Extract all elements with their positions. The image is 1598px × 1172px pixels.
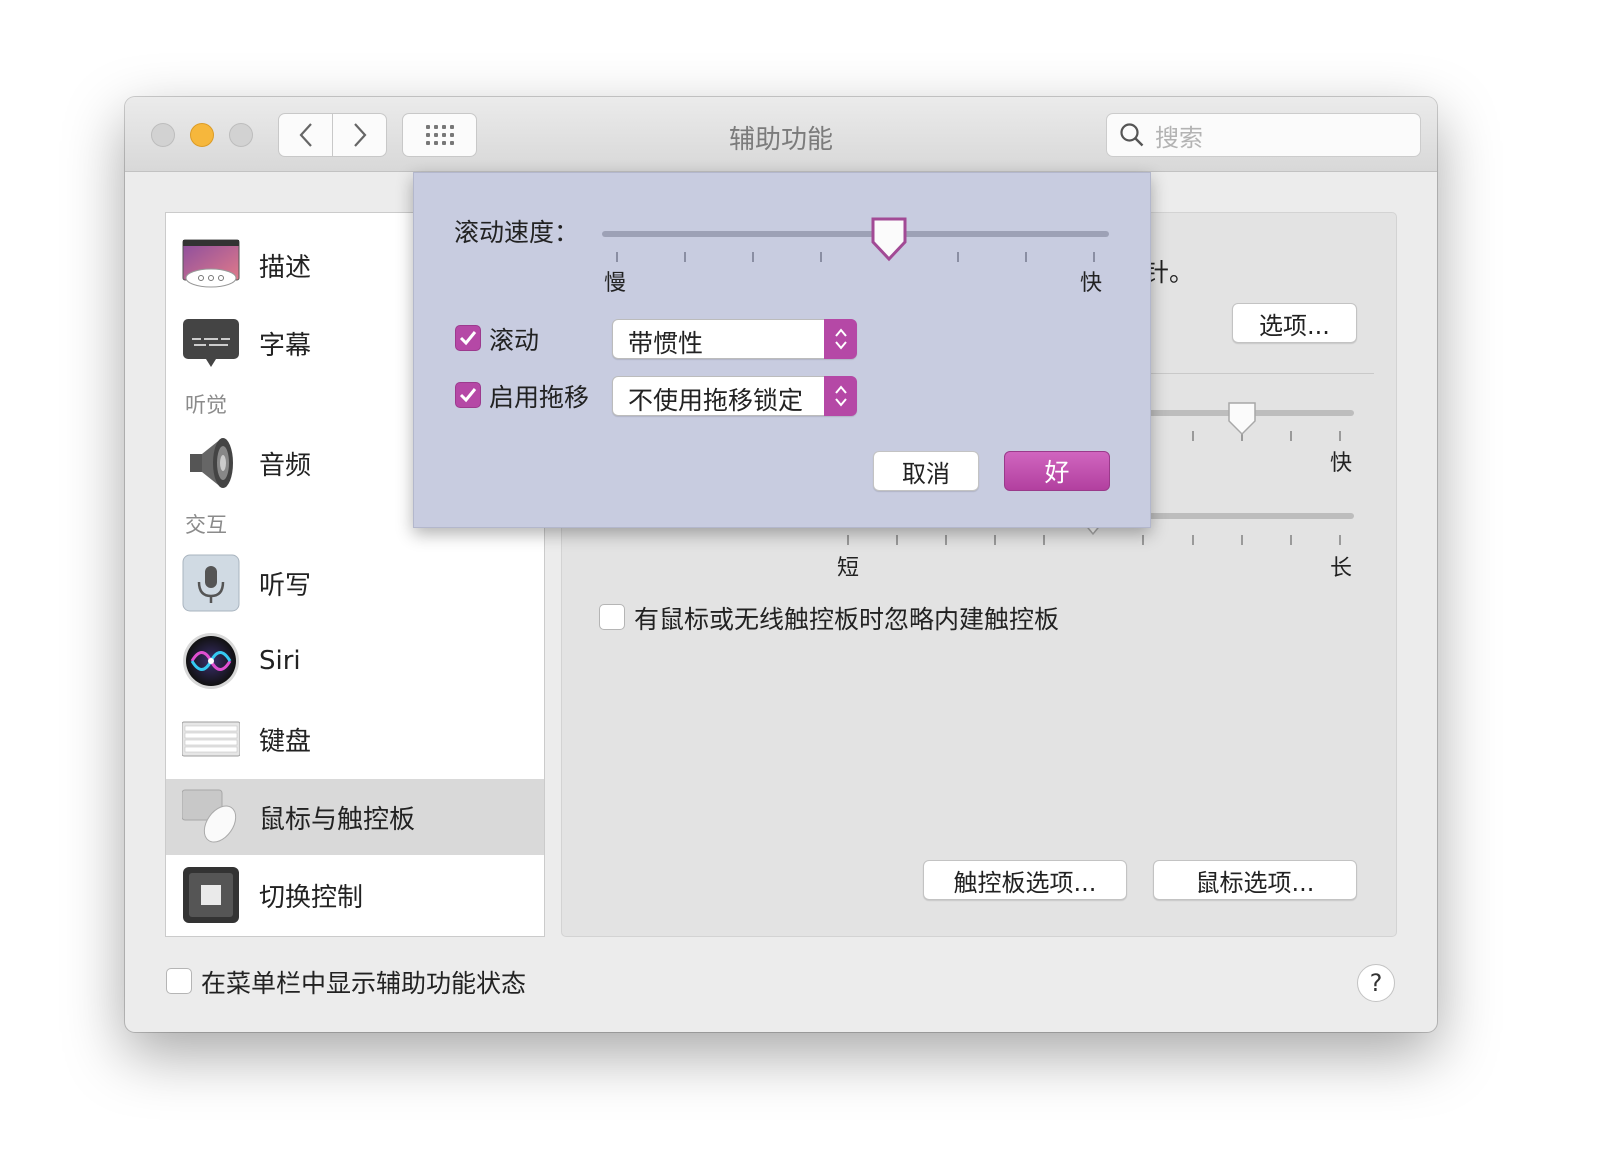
scroll-speed-thumb[interactable] [869,216,909,264]
slider2-max-label: 长 [1330,556,1353,581]
slider1-thumb[interactable] [1226,401,1258,437]
tick [684,252,686,262]
scrolling-label: 滚动 [489,326,540,355]
scroll-speed-label: 滚动速度： [454,218,580,247]
sidebar-item-label: 鼠标与触控板 [259,804,416,835]
scrolling-popup[interactable]: 带惯性 [612,319,857,359]
tick [1339,431,1341,441]
sidebar-item-dictation[interactable]: 听写 [166,545,544,621]
tick [1241,535,1243,545]
keyboard-icon [182,721,240,757]
checkmark-icon [459,388,477,403]
tick [752,252,754,262]
tick [994,535,996,545]
tick [1339,535,1341,545]
sidebar-item-mouse-trackpad[interactable]: 鼠标与触控板 [166,779,544,855]
tick [1192,431,1194,441]
sidebar-item-keyboard[interactable]: 键盘 [166,701,544,777]
slider1-max-label: 快 [1330,451,1353,476]
siri-icon [183,633,239,689]
tick [1192,535,1194,545]
partial-description-text: 针。 [1144,258,1195,287]
tick [847,535,849,545]
scroll-speed-track [602,231,1109,237]
ignore-trackpad-label: 有鼠标或无线触控板时忽略内建触控板 [634,605,1060,634]
scrolling-checkbox[interactable] [455,325,481,351]
scrolling-value: 带惯性 [628,329,704,358]
show-status-checkbox[interactable] [166,968,192,994]
search-placeholder: 搜索 [1155,123,1203,152]
tick [616,252,618,262]
sidebar-item-label: 描述 [259,252,312,283]
divider [1142,373,1374,374]
tick [1290,431,1292,441]
tick [957,252,959,262]
popup-stepper [824,319,857,359]
dragging-checkbox[interactable] [455,382,481,408]
tick [1142,535,1144,545]
sidebar-item-label: 切换控制 [259,882,364,913]
sidebar-item-label: 字幕 [259,330,312,361]
tick [896,535,898,545]
tick [1290,535,1292,545]
section-label-interaction: 交互 [185,513,227,537]
sidebar-item-label: 键盘 [259,726,312,757]
mouse-trackpad-icon [182,789,237,843]
help-button[interactable]: ? [1357,964,1395,1002]
show-status-label: 在菜单栏中显示辅助功能状态 [201,969,527,998]
sidebar-item-label: 听写 [259,570,312,601]
up-down-chevron-icon [834,328,847,350]
slider2-track [1142,513,1354,519]
sidebar-item-switch-control[interactable]: 切换控制 [166,857,544,933]
up-down-chevron-icon [834,385,847,407]
search-icon [1120,123,1144,147]
titlebar: 辅助功能 搜索 [125,97,1437,172]
ok-button[interactable]: 好 [1004,451,1110,491]
popup-stepper [824,376,857,416]
search-field[interactable]: 搜索 [1106,113,1421,157]
cancel-button[interactable]: 取消 [873,451,979,491]
descriptions-icon [182,239,240,288]
tick [1043,535,1045,545]
section-label-hearing: 听觉 [185,393,227,417]
checkmark-icon [459,331,477,346]
microphone-icon [182,554,240,612]
captions-icon [183,319,239,367]
dragging-popup[interactable]: 不使用拖移锁定 [612,376,857,416]
scroll-speed-max-label: 快 [1080,271,1103,296]
tick [820,252,822,262]
tick [1093,252,1095,262]
dragging-value: 不使用拖移锁定 [628,386,804,415]
speaker-icon [190,438,233,488]
switch-control-icon [183,867,239,923]
scroll-speed-min-label: 慢 [604,271,627,296]
scrolling-options-sheet: 滚动速度： 慢 快 滚动 带惯性 启用拖移 不使用拖移锁定 取消 好 [413,172,1151,528]
sidebar-item-label: Siri [259,646,301,676]
sidebar-item-siri[interactable]: Siri [166,623,544,699]
tick [945,535,947,545]
mouse-options-button[interactable]: 鼠标选项... [1153,860,1357,900]
options-button[interactable]: 选项... [1232,303,1357,343]
sidebar-item-label: 音频 [259,450,312,481]
ignore-trackpad-checkbox[interactable] [599,604,625,630]
trackpad-options-button[interactable]: 触控板选项... [923,860,1127,900]
dragging-label: 启用拖移 [489,383,590,412]
tick [1025,252,1027,262]
slider2-min-label: 短 [837,556,860,581]
